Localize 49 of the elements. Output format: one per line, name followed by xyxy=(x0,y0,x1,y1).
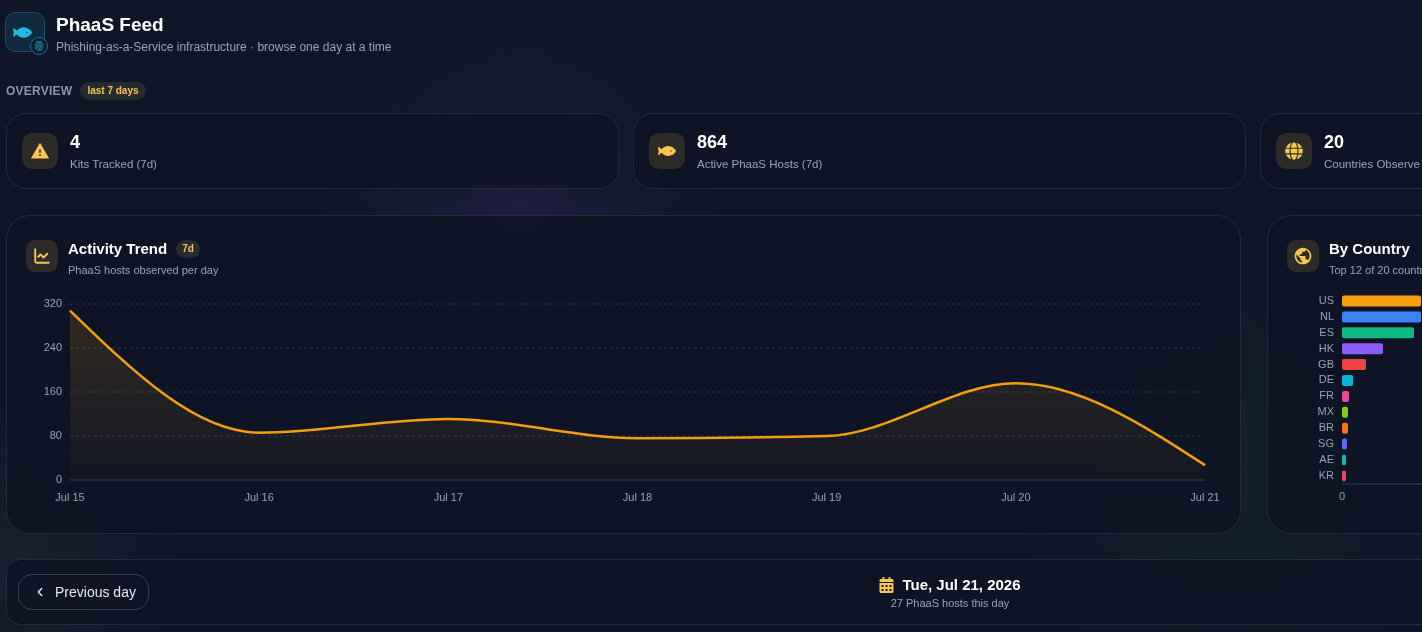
x-axis-label: Jul 18 xyxy=(622,491,653,503)
x-axis-label: 0 xyxy=(1338,490,1346,502)
stat-value: 864 xyxy=(697,131,729,153)
stat-value: 20 xyxy=(1324,131,1346,153)
y-axis-label: 160 xyxy=(43,384,62,397)
country-label: DE xyxy=(1318,373,1334,386)
period-badge: last 7 days xyxy=(80,82,146,100)
country-label: GB xyxy=(1318,357,1334,370)
globe-icon xyxy=(1276,133,1312,169)
y-axis-label: 0 xyxy=(55,472,62,485)
y-axis-label: 240 xyxy=(43,340,62,353)
line-chart-icon xyxy=(26,240,58,272)
app-title: PhaaS Feed xyxy=(56,13,165,37)
country-label: MX xyxy=(1317,405,1334,418)
country-label: KR xyxy=(1318,468,1334,481)
warning-icon xyxy=(22,133,58,169)
y-axis-label: 80 xyxy=(49,428,62,441)
previous-day-button[interactable]: Previous day xyxy=(18,574,149,610)
country-label: FR xyxy=(1319,389,1334,402)
x-axis-label: Jul 17 xyxy=(433,491,463,503)
x-axis-label: Jul 16 xyxy=(244,491,274,503)
x-axis-label: Jul 21 xyxy=(1190,491,1220,503)
x-axis-label: Jul 20 xyxy=(1001,491,1031,503)
stat-label: Active PhaaS Hosts (7d) xyxy=(697,157,823,171)
globe-icon xyxy=(1287,240,1319,272)
country-label: ES xyxy=(1319,325,1334,338)
country-label: SG xyxy=(1318,437,1334,449)
fish-icon xyxy=(649,133,685,169)
x-axis-label: Jul 19 xyxy=(812,491,842,503)
card-title: By Country xyxy=(1329,239,1410,259)
app-subtitle: Phishing-as-a-Service infrastructure · browse one day at a time xyxy=(56,39,392,55)
country-label: NL xyxy=(1319,309,1334,322)
x-axis-label: Jul 15 xyxy=(55,491,85,503)
calendar-icon xyxy=(879,576,895,593)
country-label: HK xyxy=(1318,341,1334,354)
date-heading: Tue, Jul 21, 2026 xyxy=(902,574,1021,595)
fingerprint-icon xyxy=(30,37,48,55)
stat-value: 4 xyxy=(70,131,81,153)
card-subtitle: PhaaS hosts observed per day xyxy=(68,263,219,277)
country-label: AE xyxy=(1319,452,1334,465)
card-title: Activity Trend xyxy=(68,239,168,259)
y-axis-label: 320 xyxy=(43,296,62,309)
country-label: BR xyxy=(1318,421,1334,434)
stat-label: Kits Tracked (7d) xyxy=(70,157,157,171)
day-summary: 27 PhaaS hosts this day xyxy=(890,595,1010,610)
section-heading: OVERVIEW xyxy=(6,83,73,99)
period-badge: 7d xyxy=(176,240,200,258)
country-label: US xyxy=(1318,293,1334,306)
stat-label: Countries Observe xyxy=(1324,157,1420,171)
